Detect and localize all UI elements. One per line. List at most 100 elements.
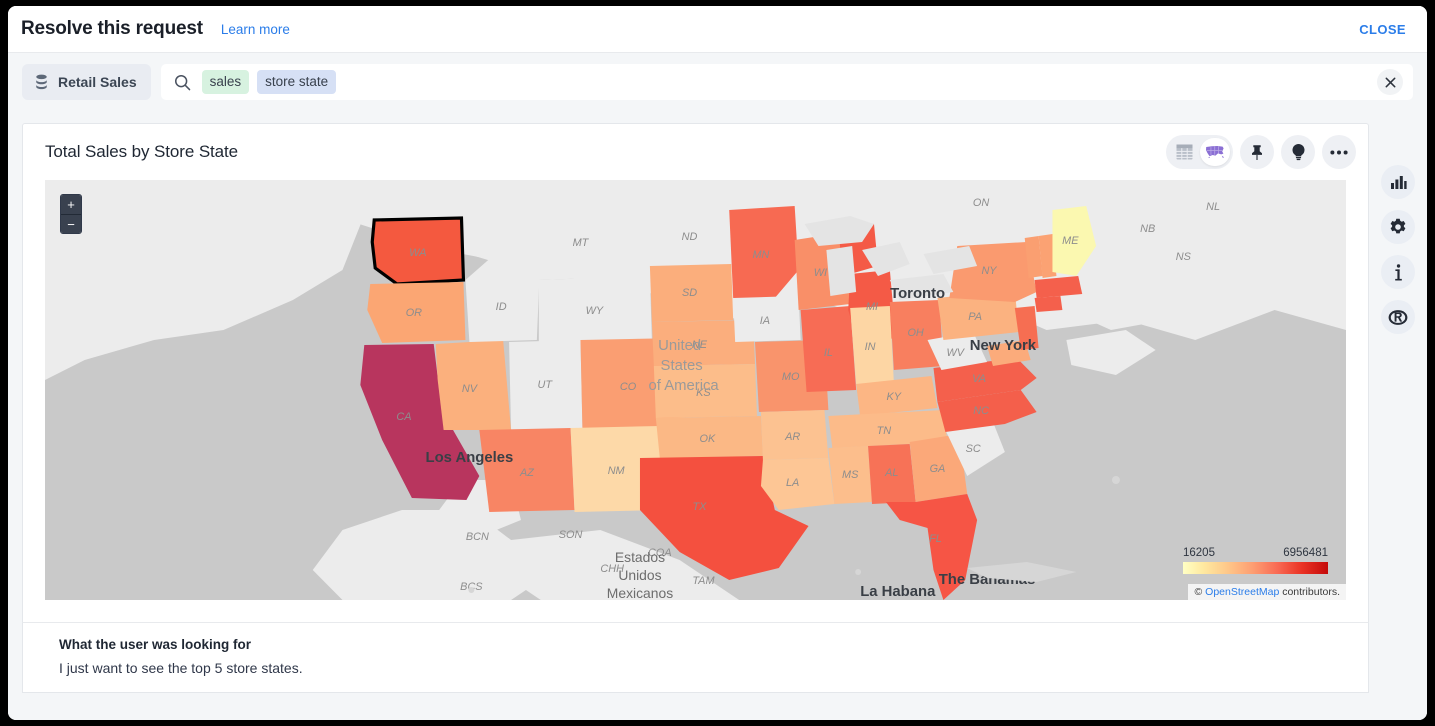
- info-button[interactable]: [1381, 255, 1415, 289]
- page-title: Resolve this request: [21, 18, 203, 39]
- svg-text:La Habana: La Habana: [860, 583, 936, 600]
- svg-text:OH: OH: [907, 327, 923, 339]
- search-token-store-state[interactable]: store state: [257, 70, 337, 94]
- map-legend: 16205 6956481: [1183, 547, 1328, 574]
- svg-text:MS: MS: [842, 469, 859, 481]
- svg-text:MT: MT: [573, 237, 590, 249]
- more-horizontal-icon: [1330, 150, 1348, 155]
- note-title: What the user was looking for: [59, 637, 252, 652]
- svg-text:IL: IL: [824, 347, 833, 359]
- table-icon: [1176, 144, 1193, 160]
- settings-button[interactable]: [1381, 210, 1415, 244]
- svg-text:TN: TN: [877, 425, 892, 437]
- svg-text:SC: SC: [966, 443, 981, 455]
- r-console-button[interactable]: [1381, 300, 1415, 334]
- zoom-out-button[interactable]: −: [61, 214, 81, 233]
- svg-text:MI: MI: [866, 301, 878, 313]
- svg-text:NL: NL: [1206, 201, 1220, 213]
- svg-text:TX: TX: [693, 501, 708, 513]
- svg-text:MO: MO: [782, 371, 800, 383]
- svg-text:WA: WA: [409, 247, 426, 259]
- attribution-prefix: ©: [1194, 586, 1206, 598]
- clear-search-button[interactable]: [1377, 69, 1403, 95]
- data-source-selector[interactable]: Retail Sales: [22, 64, 151, 100]
- search-bar: Retail Sales sales store state: [8, 53, 1427, 111]
- svg-text:WI: WI: [814, 267, 827, 279]
- svg-text:PA: PA: [968, 311, 982, 323]
- content-column: Total Sales by Store State WA OR CA NV I…: [22, 123, 1369, 720]
- close-icon: [1385, 77, 1395, 87]
- svg-text:CA: CA: [396, 411, 411, 423]
- openstreetmap-link[interactable]: OpenStreetMap: [1205, 586, 1279, 598]
- pin-button[interactable]: [1240, 135, 1274, 169]
- svg-text:AL: AL: [884, 467, 898, 479]
- svg-text:MN: MN: [752, 249, 769, 261]
- svg-text:IA: IA: [760, 315, 770, 327]
- chart-title: Total Sales by Store State: [45, 142, 239, 161]
- choropleth-map[interactable]: WA OR CA NV ID MT WY UT CO AZ NM ND SD N…: [45, 180, 1346, 600]
- svg-text:BCN: BCN: [466, 531, 489, 543]
- data-source-label: Retail Sales: [58, 74, 137, 90]
- chart-settings-button[interactable]: [1381, 165, 1415, 199]
- svg-text:UT: UT: [538, 379, 554, 391]
- search-input[interactable]: sales store state: [160, 64, 1413, 100]
- svg-text:United: United: [658, 337, 701, 354]
- svg-text:OR: OR: [406, 307, 422, 319]
- user-intent-note: What the user was looking for I just wan…: [22, 622, 1369, 693]
- svg-text:Unidos: Unidos: [618, 567, 661, 583]
- right-sidebar: [1369, 123, 1427, 720]
- svg-text:VA: VA: [972, 373, 986, 385]
- svg-text:NV: NV: [462, 383, 479, 395]
- note-body: I just want to see the top 5 store state…: [59, 660, 303, 676]
- svg-text:LA: LA: [786, 477, 799, 489]
- svg-text:SD: SD: [682, 287, 697, 299]
- svg-text:GA: GA: [930, 463, 946, 475]
- svg-text:CO: CO: [620, 381, 637, 393]
- resolve-request-dialog: Resolve this request Learn more CLOSE Re…: [8, 6, 1427, 720]
- legend-max-value: 6956481: [1283, 547, 1328, 559]
- card-bottom-padding: [23, 600, 1368, 622]
- legend-gradient-bar: [1183, 562, 1328, 574]
- map-view-button[interactable]: [1200, 138, 1230, 166]
- svg-text:NS: NS: [1176, 251, 1192, 263]
- svg-text:AR: AR: [784, 431, 800, 443]
- insights-button[interactable]: [1281, 135, 1315, 169]
- svg-text:NM: NM: [608, 465, 626, 477]
- search-token-sales[interactable]: sales: [201, 70, 250, 94]
- close-button[interactable]: CLOSE: [1353, 18, 1412, 41]
- svg-text:Los Angeles: Los Angeles: [426, 449, 514, 466]
- attribution-suffix: contributors.: [1279, 586, 1340, 598]
- search-icon: [173, 73, 194, 92]
- svg-text:TAM: TAM: [692, 575, 715, 587]
- legend-min-value: 16205: [1183, 547, 1215, 559]
- svg-text:WY: WY: [586, 305, 604, 317]
- visualization-card: Total Sales by Store State WA OR CA NV I…: [22, 123, 1369, 622]
- view-mode-toggle: [1166, 135, 1233, 169]
- svg-text:NB: NB: [1140, 223, 1155, 235]
- svg-text:Estados: Estados: [615, 549, 665, 565]
- dialog-body: Total Sales by Store State WA OR CA NV I…: [8, 111, 1427, 720]
- svg-text:SON: SON: [559, 529, 583, 541]
- legend-labels: 16205 6956481: [1183, 547, 1328, 559]
- map-attribution: © OpenStreetMap contributors.: [1187, 584, 1346, 600]
- zoom-in-button[interactable]: +: [61, 195, 81, 214]
- svg-text:States: States: [661, 357, 703, 374]
- svg-text:WV: WV: [947, 347, 966, 359]
- database-icon: [34, 74, 49, 91]
- bar-chart-icon: [1390, 175, 1407, 190]
- svg-text:IN: IN: [865, 341, 876, 353]
- info-icon: [1394, 263, 1402, 281]
- learn-more-link[interactable]: Learn more: [221, 22, 290, 37]
- svg-text:KY: KY: [887, 391, 902, 403]
- more-options-button[interactable]: [1322, 135, 1356, 169]
- svg-text:New York: New York: [970, 337, 1037, 354]
- svg-text:FL: FL: [929, 533, 942, 545]
- card-header: Total Sales by Store State: [23, 124, 1368, 180]
- gear-icon: [1389, 218, 1407, 236]
- svg-text:OK: OK: [700, 433, 716, 445]
- table-view-button[interactable]: [1169, 138, 1199, 166]
- svg-text:ID: ID: [496, 301, 507, 313]
- r-logo-icon: [1388, 309, 1408, 326]
- map-canvas: WA OR CA NV ID MT WY UT CO AZ NM ND SD N…: [45, 180, 1346, 600]
- dialog-header: Resolve this request Learn more CLOSE: [8, 6, 1427, 53]
